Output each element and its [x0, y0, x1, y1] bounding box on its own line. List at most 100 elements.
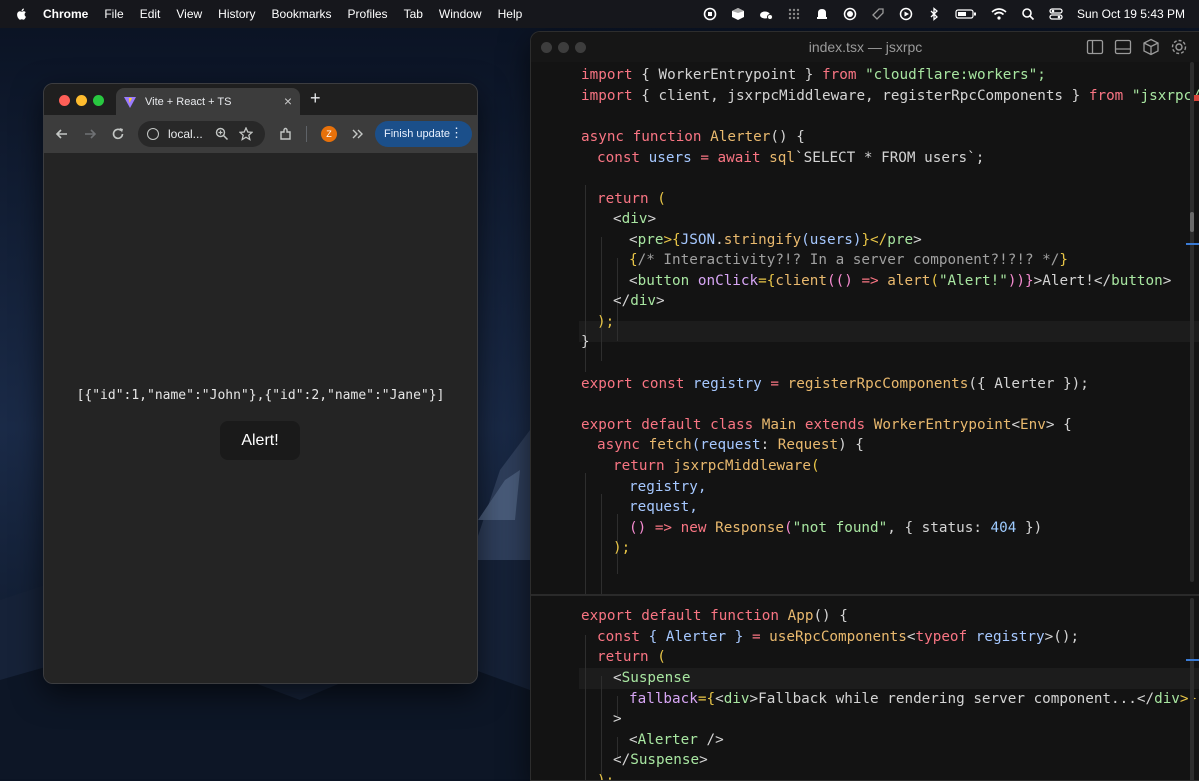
finish-update-button[interactable]: Finish update ⋮ [375, 121, 472, 147]
code-line: import { WorkerEntrypoint } from "cloudf… [581, 67, 1046, 83]
indent-guide [585, 473, 586, 594]
code-line: <Suspense [613, 670, 691, 686]
profile-avatar[interactable]: Z [321, 126, 337, 142]
menu-edit[interactable]: Edit [140, 7, 161, 21]
tab-vite-react[interactable]: Vite + React + TS × [116, 88, 300, 115]
wifi-icon[interactable] [991, 7, 1007, 21]
bookmark-star-icon[interactable] [239, 127, 253, 141]
code-line: fallback={<div>Fallback while rendering … [629, 691, 1198, 707]
radio-icon[interactable] [843, 7, 857, 21]
code-line: > [613, 711, 622, 727]
menu-window[interactable]: Window [439, 7, 482, 21]
menu-tab[interactable]: Tab [404, 7, 423, 21]
code-editor-window: index.tsx — jsxrpc import { WorkerEntryp… [530, 31, 1199, 781]
code-line: export default class Main extends Worker… [581, 417, 1072, 433]
editor-title-actions [1086, 38, 1188, 56]
more-options-icon[interactable]: ⋮ [450, 125, 463, 141]
code-line: <button onClick={client(() => alert("Ale… [629, 273, 1172, 289]
indent-guide [601, 494, 602, 594]
battery-icon[interactable] [955, 7, 977, 21]
code-line: import { client, jsxrpcMiddleware, regis… [581, 88, 1199, 104]
code-line: <pre>{JSON.stringify(users)}</pre> [629, 232, 922, 248]
menu-help[interactable]: Help [498, 7, 523, 21]
code-line: const users = await sql`SELECT * FROM us… [597, 150, 985, 166]
url-text[interactable]: local... [168, 127, 203, 141]
tab-title: Vite + React + TS [145, 95, 232, 108]
error-marker [1194, 95, 1199, 101]
back-arrow-icon[interactable] [54, 126, 70, 142]
editor-titlebar: index.tsx — jsxrpc [531, 32, 1199, 62]
vite-favicon-icon [124, 96, 136, 108]
code-line: <Alerter /> [629, 732, 724, 748]
play-icon[interactable] [899, 7, 913, 21]
code-line: () => new Response("not found", { status… [629, 520, 1043, 536]
menu-app-name[interactable]: Chrome [43, 7, 88, 21]
menu-profiles[interactable]: Profiles [348, 7, 388, 21]
scrollbar-track-lower[interactable] [1190, 598, 1194, 780]
extensions-icon[interactable] [278, 126, 294, 142]
code-line: {/* Interactivity?!? In a server compone… [629, 252, 1068, 268]
scrollbar-thumb[interactable] [1190, 212, 1194, 232]
status-area: Sun Oct 19 5:43 PM [689, 0, 1185, 28]
code-line: request, [629, 499, 698, 515]
split-pane-divider[interactable] [531, 594, 1199, 596]
scrollbar-track[interactable] [1190, 62, 1194, 582]
menu-bar: Chrome File Edit View History Bookmarks … [0, 0, 1199, 28]
code-line: } [581, 334, 590, 350]
code-line: const { Alerter } = useRpcComponents<typ… [597, 629, 1080, 645]
code-line: async function Alerter() { [581, 129, 805, 145]
apple-menu-icon[interactable] [15, 7, 29, 21]
settings-gear-icon[interactable] [1170, 38, 1188, 56]
page-content: [{"id":1,"name":"John"},{"id":2,"name":"… [44, 153, 477, 683]
notification-icon[interactable] [815, 7, 829, 21]
cloud-icon[interactable] [759, 7, 773, 21]
code-line: export default function App() { [581, 608, 848, 624]
close-window-button[interactable] [59, 95, 70, 106]
browser-window: Vite + React + TS × + local... Z Finish … [43, 83, 478, 684]
code-line: </div> [613, 293, 665, 309]
site-info-icon[interactable] [147, 128, 159, 140]
toolbar-divider [306, 126, 307, 142]
menu-bookmarks[interactable]: Bookmarks [272, 7, 332, 21]
control-center-icon[interactable] [1049, 7, 1063, 21]
code-line: return ( [597, 191, 666, 207]
menu-view[interactable]: View [176, 7, 202, 21]
address-bar[interactable]: local... [138, 121, 265, 147]
indent-guide [601, 237, 602, 361]
code-line: async fetch(request: Request) { [597, 437, 864, 453]
bluetooth-icon[interactable] [927, 7, 941, 21]
alert-button[interactable]: Alert! [220, 421, 300, 460]
menubar-clock[interactable]: Sun Oct 19 5:43 PM [1077, 7, 1185, 21]
browser-toolbar: local... Z Finish update ⋮ [44, 115, 477, 153]
indent-guide [601, 676, 602, 780]
search-icon[interactable] [1021, 7, 1035, 21]
new-tab-button[interactable]: + [310, 88, 321, 109]
code-line: <div> [613, 211, 657, 227]
toggle-panel-icon[interactable] [1114, 38, 1132, 56]
grid-icon[interactable] [787, 7, 801, 21]
forward-arrow-icon[interactable] [82, 126, 98, 142]
code-editor[interactable]: import { WorkerEntrypoint } from "cloudf… [531, 62, 1199, 780]
zoom-window-button[interactable] [93, 95, 104, 106]
tag-icon[interactable] [871, 7, 885, 21]
window-controls [59, 95, 104, 106]
screen-share-icon[interactable] [703, 7, 717, 21]
menu-file[interactable]: File [104, 7, 123, 21]
code-line: export const registry = registerRpcCompo… [581, 376, 1089, 392]
cursor-ruler-marker [1186, 243, 1199, 245]
code-line: </Suspense> [613, 752, 708, 768]
current-line-highlight [579, 321, 1199, 342]
cursor-ruler-marker-lower [1186, 659, 1199, 661]
box-icon[interactable] [1142, 38, 1160, 56]
menu-history[interactable]: History [218, 7, 255, 21]
tab-close-icon[interactable]: × [284, 93, 292, 109]
code-line: registry, [629, 479, 707, 495]
code-line: ); [597, 314, 615, 330]
cube-icon[interactable] [731, 7, 745, 21]
toggle-sidebar-icon[interactable] [1086, 38, 1104, 56]
minimize-window-button[interactable] [76, 95, 87, 106]
tab-strip: Vite + React + TS × + [44, 84, 477, 115]
reload-icon[interactable] [110, 126, 126, 142]
zoom-icon[interactable] [215, 127, 229, 141]
chevron-double-right-icon[interactable] [349, 126, 365, 142]
